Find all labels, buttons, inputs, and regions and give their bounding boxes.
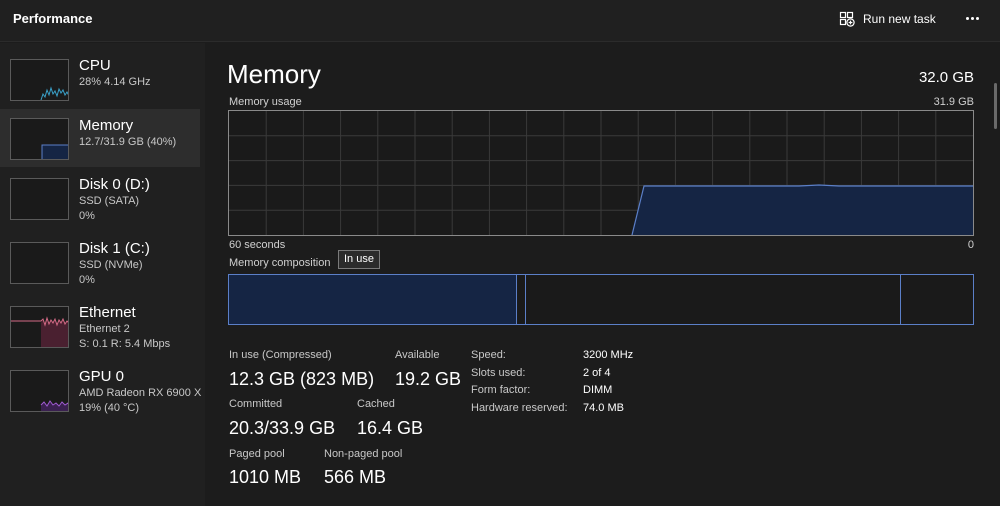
committed-label: Committed: [229, 398, 283, 410]
gpu-0-thumbnail-graph: [10, 370, 69, 412]
in-use-value: 12.3 GB (823 MB): [229, 369, 375, 389]
speed-value: 3200 MHz: [583, 349, 634, 361]
graph-axis-start: 60 seconds: [229, 239, 286, 251]
composition-segment-in-use[interactable]: [229, 275, 517, 324]
memory-detail-panel: Memory 32.0 GB Memory usage 31.9 GB 60 s…: [205, 43, 1000, 506]
in-use-label: In use (Compressed): [229, 349, 332, 361]
run-new-task-label: Run new task: [863, 12, 936, 26]
total-memory: 32.0 GB: [918, 69, 974, 86]
hardware-reserved-value: 74.0 MB: [583, 402, 624, 414]
sidebar-item-value: 0%: [79, 274, 95, 286]
sidebar-item-label: Memory: [79, 117, 134, 134]
sidebar-item-memory[interactable]: Memory 12.7/31.9 GB (40%): [0, 109, 200, 167]
new-task-icon: [839, 11, 855, 27]
memory-composition-label: Memory composition: [229, 257, 331, 269]
page-header-title: Performance: [13, 11, 93, 26]
non-paged-pool-value: 566 MB: [324, 467, 387, 487]
sidebar-item-label: CPU: [79, 57, 111, 74]
sidebar-item-cpu[interactable]: CPU 28% 4.14 GHz: [0, 55, 200, 113]
sidebar-item-gpu-0[interactable]: GPU 0 AMD Radeon RX 6900 X 19% (40 °C): [0, 366, 202, 424]
scrollbar-thumb[interactable]: [994, 83, 997, 129]
sidebar: CPU 28% 4.14 GHz Memory 12.7/31.9 GB (40…: [0, 43, 205, 506]
sidebar-item-label: GPU 0: [79, 368, 125, 385]
composition-segment-modified[interactable]: [517, 275, 526, 324]
paged-pool-value: 1010 MB: [229, 467, 302, 487]
run-new-task-button[interactable]: Run new task: [839, 8, 936, 30]
disk-0-thumbnail-graph: [10, 178, 69, 220]
sidebar-item-detail: 12.7/31.9 GB (40%): [79, 136, 177, 148]
sidebar-item-detail: 28% 4.14 GHz: [79, 76, 151, 88]
graph-axis-end: 0: [967, 239, 974, 251]
available-value: 19.2 GB: [395, 369, 462, 389]
sidebar-item-detail: SSD (SATA): [79, 195, 140, 207]
title-bar: Performance Run new task: [0, 0, 1000, 42]
sidebar-item-value: 0%: [79, 210, 95, 222]
memory-composition-bar[interactable]: [228, 274, 974, 325]
in-use-tooltip: In use: [338, 250, 380, 269]
form-factor-label: Form factor:: [471, 384, 531, 396]
sidebar-item-value: 19% (40 °C): [79, 402, 140, 414]
memory-thumbnail-graph: [10, 118, 69, 160]
cached-value: 16.4 GB: [357, 418, 424, 438]
memory-usage-graph[interactable]: [228, 110, 974, 236]
sidebar-item-disk-1[interactable]: Disk 1 (C:) SSD (NVMe) 0%: [0, 238, 200, 296]
composition-segment-free[interactable]: [901, 275, 973, 324]
cpu-thumbnail-graph: [10, 59, 69, 101]
form-factor-value: DIMM: [583, 384, 613, 396]
sidebar-item-ethernet[interactable]: Ethernet Ethernet 2 S: 0.1 R: 5.4 Mbps: [0, 302, 200, 360]
slots-used-value: 2 of 4: [583, 367, 611, 379]
composition-segment-standby[interactable]: [526, 275, 901, 324]
available-label: Available: [395, 349, 440, 361]
disk-1-thumbnail-graph: [10, 242, 69, 284]
slots-used-label: Slots used:: [471, 367, 526, 379]
hardware-reserved-label: Hardware reserved:: [471, 402, 568, 414]
sidebar-item-label: Disk 0 (D:): [79, 176, 150, 193]
non-paged-pool-label: Non-paged pool: [324, 448, 403, 460]
page-title: Memory: [227, 59, 321, 89]
memory-usage-plot: [229, 111, 973, 236]
scrollbar[interactable]: [991, 43, 1000, 506]
sidebar-item-detail: SSD (NVMe): [79, 259, 143, 271]
more-options-icon[interactable]: [962, 8, 982, 28]
ethernet-thumbnail-graph: [10, 306, 69, 348]
memory-usage-label: Memory usage: [229, 96, 302, 108]
paged-pool-label: Paged pool: [229, 448, 285, 460]
sidebar-item-value: S: 0.1 R: 5.4 Mbps: [79, 338, 171, 350]
sidebar-item-label: Ethernet: [79, 304, 136, 321]
memory-usage-max: 31.9 GB: [933, 96, 974, 108]
sidebar-item-detail: AMD Radeon RX 6900 X: [79, 387, 202, 399]
speed-label: Speed:: [471, 349, 506, 361]
cached-label: Cached: [357, 398, 395, 410]
sidebar-item-label: Disk 1 (C:): [79, 240, 150, 257]
sidebar-item-detail: Ethernet 2: [79, 323, 130, 335]
committed-value: 20.3/33.9 GB: [229, 418, 336, 438]
sidebar-item-disk-0[interactable]: Disk 0 (D:) SSD (SATA) 0%: [0, 174, 200, 232]
